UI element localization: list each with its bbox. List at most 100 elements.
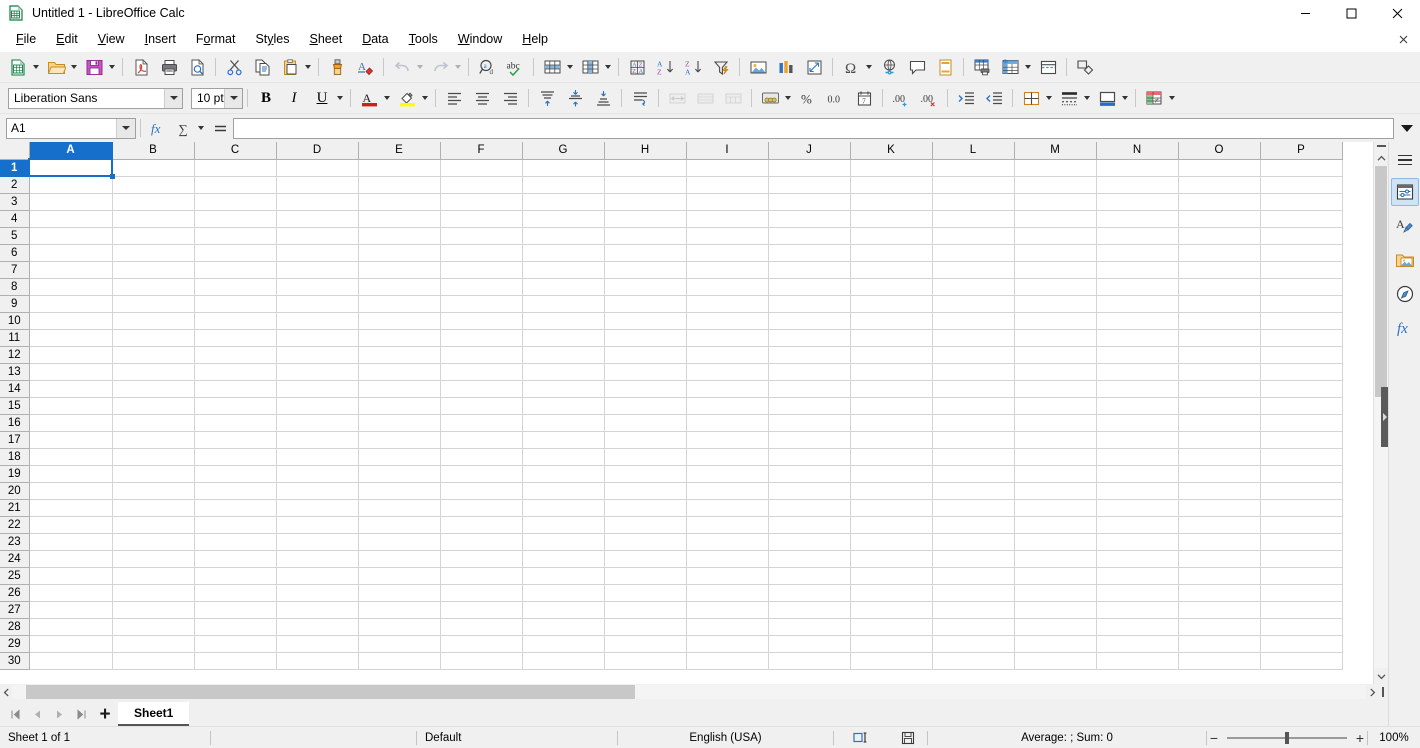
cell-E14[interactable] bbox=[358, 380, 441, 398]
cell-J4[interactable] bbox=[768, 210, 851, 228]
row-header-16[interactable]: 16 bbox=[0, 414, 30, 432]
column-header-E[interactable]: E bbox=[358, 142, 441, 160]
cell-E27[interactable] bbox=[358, 601, 441, 619]
column-header-L[interactable]: L bbox=[932, 142, 1015, 160]
cell-K1[interactable] bbox=[850, 159, 933, 177]
cell-M19[interactable] bbox=[1014, 465, 1097, 483]
cell-M24[interactable] bbox=[1014, 550, 1097, 568]
cell-J18[interactable] bbox=[768, 448, 851, 466]
cell-H2[interactable] bbox=[604, 176, 687, 194]
merge-and-center-cells-icon[interactable] bbox=[664, 85, 690, 111]
cell-A3[interactable] bbox=[29, 193, 113, 211]
cell-O16[interactable] bbox=[1178, 414, 1261, 432]
cell-N12[interactable] bbox=[1096, 346, 1179, 364]
cell-K6[interactable] bbox=[850, 244, 933, 262]
cell-B6[interactable] bbox=[112, 244, 195, 262]
cell-M26[interactable] bbox=[1014, 584, 1097, 602]
cell-N5[interactable] bbox=[1096, 227, 1179, 245]
cell-L16[interactable] bbox=[932, 414, 1015, 432]
formula-input[interactable] bbox=[233, 117, 1394, 139]
cell-B7[interactable] bbox=[112, 261, 195, 279]
status-insert-mode-icon[interactable] bbox=[834, 727, 889, 748]
cell-E25[interactable] bbox=[358, 567, 441, 585]
clear-formatting-icon[interactable]: A bbox=[352, 54, 378, 80]
cell-H13[interactable] bbox=[604, 363, 687, 381]
cell-O13[interactable] bbox=[1178, 363, 1261, 381]
cell-L14[interactable] bbox=[932, 380, 1015, 398]
cell-E9[interactable] bbox=[358, 295, 441, 313]
scroll-left-button[interactable] bbox=[0, 684, 12, 700]
cell-A5[interactable] bbox=[29, 227, 113, 245]
cell-A26[interactable] bbox=[29, 584, 113, 602]
cell-C13[interactable] bbox=[194, 363, 277, 381]
cell-E8[interactable] bbox=[358, 278, 441, 296]
column-header-D[interactable]: D bbox=[276, 142, 359, 160]
cell-M18[interactable] bbox=[1014, 448, 1097, 466]
background-color-icon[interactable] bbox=[394, 85, 420, 111]
cell-D27[interactable] bbox=[276, 601, 359, 619]
menu-help[interactable]: Help bbox=[512, 28, 558, 50]
cell-H21[interactable] bbox=[604, 499, 687, 517]
cell-P4[interactable] bbox=[1260, 210, 1343, 228]
row-header-2[interactable]: 2 bbox=[0, 176, 30, 194]
cell-H26[interactable] bbox=[604, 584, 687, 602]
cell-L29[interactable] bbox=[932, 635, 1015, 653]
cell-F9[interactable] bbox=[440, 295, 523, 313]
cell-L25[interactable] bbox=[932, 567, 1015, 585]
cell-D10[interactable] bbox=[276, 312, 359, 330]
cell-H20[interactable] bbox=[604, 482, 687, 500]
cell-A6[interactable] bbox=[29, 244, 113, 262]
align-top-icon[interactable] bbox=[534, 85, 560, 111]
cell-M20[interactable] bbox=[1014, 482, 1097, 500]
cell-M27[interactable] bbox=[1014, 601, 1097, 619]
cell-P28[interactable] bbox=[1260, 618, 1343, 636]
cell-D15[interactable] bbox=[276, 397, 359, 415]
sidebar-item-gallery[interactable] bbox=[1391, 246, 1419, 274]
cell-N4[interactable] bbox=[1096, 210, 1179, 228]
status-language[interactable]: English (USA) bbox=[618, 727, 833, 748]
cell-J26[interactable] bbox=[768, 584, 851, 602]
cell-M22[interactable] bbox=[1014, 516, 1097, 534]
cell-G22[interactable] bbox=[522, 516, 605, 534]
cell-I9[interactable] bbox=[686, 295, 769, 313]
cell-B14[interactable] bbox=[112, 380, 195, 398]
cell-K18[interactable] bbox=[850, 448, 933, 466]
border-color-dropdown[interactable] bbox=[1119, 85, 1130, 111]
cell-G29[interactable] bbox=[522, 635, 605, 653]
freeze-rows-and-columns-icon[interactable] bbox=[997, 54, 1023, 80]
cell-N3[interactable] bbox=[1096, 193, 1179, 211]
cell-E4[interactable] bbox=[358, 210, 441, 228]
cell-D7[interactable] bbox=[276, 261, 359, 279]
cell-O26[interactable] bbox=[1178, 584, 1261, 602]
last-sheet-button[interactable] bbox=[70, 702, 92, 726]
cell-A30[interactable] bbox=[29, 652, 113, 670]
cell-N27[interactable] bbox=[1096, 601, 1179, 619]
cell-K25[interactable] bbox=[850, 567, 933, 585]
cell-P22[interactable] bbox=[1260, 516, 1343, 534]
cell-K15[interactable] bbox=[850, 397, 933, 415]
name-box-dropdown-arrow[interactable] bbox=[116, 118, 135, 138]
menu-insert[interactable]: Insert bbox=[135, 28, 186, 50]
cell-I3[interactable] bbox=[686, 193, 769, 211]
zoom-slider-knob[interactable] bbox=[1285, 731, 1289, 744]
menu-view[interactable]: View bbox=[88, 28, 135, 50]
cell-B16[interactable] bbox=[112, 414, 195, 432]
cut-icon[interactable] bbox=[221, 54, 247, 80]
cell-L13[interactable] bbox=[932, 363, 1015, 381]
font-size-combobox[interactable]: 10 pt bbox=[191, 87, 243, 109]
redo-dropdown[interactable] bbox=[452, 54, 463, 80]
cell-P10[interactable] bbox=[1260, 312, 1343, 330]
cell-D11[interactable] bbox=[276, 329, 359, 347]
cell-E6[interactable] bbox=[358, 244, 441, 262]
cell-M2[interactable] bbox=[1014, 176, 1097, 194]
row-header-13[interactable]: 13 bbox=[0, 363, 30, 381]
cell-H17[interactable] bbox=[604, 431, 687, 449]
minimize-button[interactable] bbox=[1282, 0, 1328, 26]
cell-F13[interactable] bbox=[440, 363, 523, 381]
cell-B22[interactable] bbox=[112, 516, 195, 534]
cell-H11[interactable] bbox=[604, 329, 687, 347]
cell-H16[interactable] bbox=[604, 414, 687, 432]
row-header-24[interactable]: 24 bbox=[0, 550, 30, 568]
cell-J12[interactable] bbox=[768, 346, 851, 364]
cell-F14[interactable] bbox=[440, 380, 523, 398]
